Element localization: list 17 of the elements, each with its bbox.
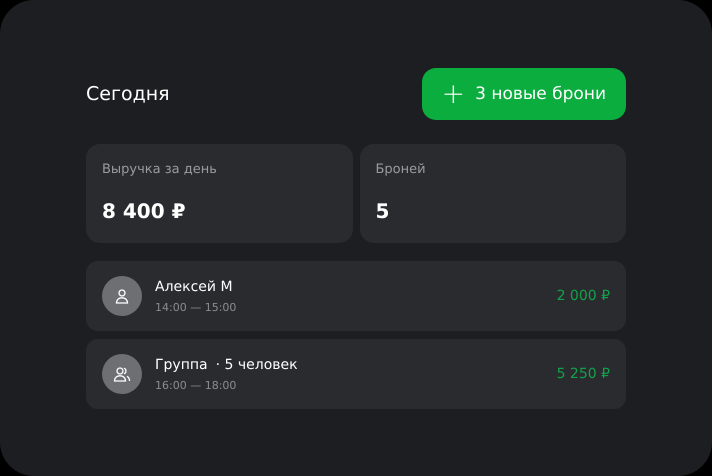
- stat-value: 8 400 ₽: [102, 199, 187, 223]
- stat-label: Броней: [376, 162, 427, 177]
- guest-name: Группа: [155, 356, 208, 372]
- people-icon: [113, 366, 131, 382]
- guest-count: · 5 человек: [216, 356, 298, 372]
- booking-row[interactable]: Группа · 5 человек 16:00 — 18:00 5 250 ₽: [86, 339, 626, 409]
- stat-label: Выручка за день: [102, 162, 218, 177]
- booking-amount: 5 250 ₽: [556, 366, 610, 382]
- page-title: Сегодня: [86, 83, 170, 105]
- booking-amount: 2 000 ₽: [556, 288, 610, 304]
- guest-name: Алексей М: [155, 278, 233, 294]
- booking-row[interactable]: Алексей М 14:00 — 15:00 2 000 ₽: [86, 261, 626, 331]
- time-range: 14:00 — 15:00: [155, 300, 238, 314]
- person-icon: [114, 288, 130, 304]
- stat-value: 5: [376, 199, 390, 223]
- time-range: 16:00 — 18:00: [155, 378, 238, 392]
- plus-icon: +: [442, 80, 466, 108]
